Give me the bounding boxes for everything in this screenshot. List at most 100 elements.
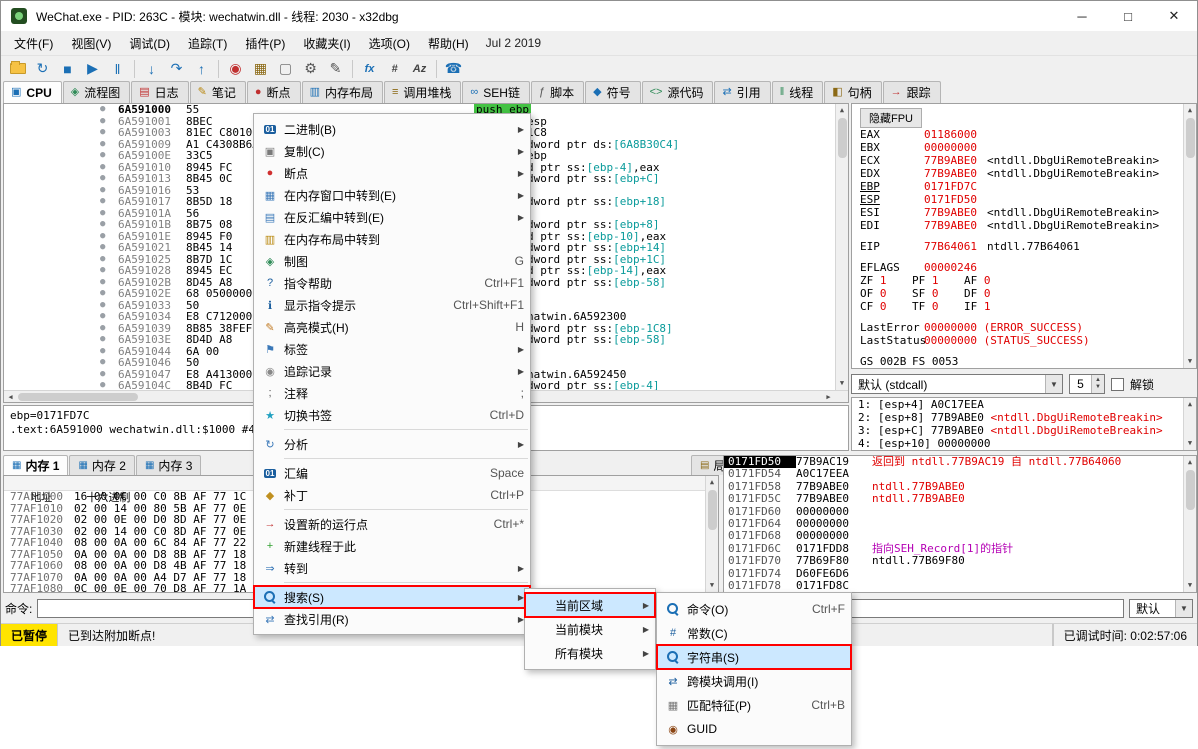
chevron-down-icon[interactable]: ▼ <box>1175 600 1192 617</box>
menu-item-新建线程于此[interactable]: +新建线程于此 <box>254 535 530 557</box>
breakpoint-dot-icon[interactable]: ● <box>100 185 105 197</box>
stack-row[interactable]: 0171FD6000000000 <box>724 506 1196 518</box>
register-row[interactable]: ZF 1PF 1AF 0 <box>860 274 1180 287</box>
menu-item-在内存窗口中转到(E)[interactable]: ▦在内存窗口中转到(E)▶ <box>254 184 530 206</box>
menu-item-高亮模式(H)[interactable]: ✎高亮模式(H)H <box>254 316 530 338</box>
tab-流程图[interactable]: ◈流程图 <box>63 81 130 103</box>
menu-item-补丁[interactable]: ◆补丁Ctrl+P <box>254 484 530 506</box>
scroll-down-icon[interactable]: ▼ <box>1184 437 1196 450</box>
tab-跟踪[interactable]: →跟踪 <box>883 81 941 103</box>
register-row[interactable]: ESI77B9ABE0<ntdll.DbgUiRemoteBreakin> <box>860 206 1180 219</box>
register-row[interactable]: GS 002BFS 0053 <box>860 355 1180 368</box>
register-row[interactable]: EDI77B9ABE0<ntdll.DbgUiRemoteBreakin> <box>860 219 1180 232</box>
breakpoint-dot-icon[interactable]: ● <box>100 231 105 243</box>
close-button[interactable]: ✕ <box>1151 1 1197 31</box>
breakpoint-dot-icon[interactable]: ● <box>100 242 105 254</box>
flag-TF[interactable]: TF 0 <box>912 300 964 313</box>
maximize-button[interactable]: □ <box>1105 1 1151 31</box>
tab-脚本[interactable]: ƒ脚本 <box>531 81 584 103</box>
breakpoint-dot-icon[interactable]: ● <box>100 300 105 312</box>
menu-item-字符串(S)[interactable]: 字符串(S) <box>657 645 851 669</box>
register-row[interactable]: EDX77B9ABE0<ntdll.DbgUiRemoteBreakin> <box>860 167 1180 180</box>
breakpoint-dot-icon[interactable]: ● <box>100 173 105 185</box>
argument-row[interactable]: 2: [esp+8] 77B9ABE0 <ntdll.DbgUiRemoteBr… <box>852 411 1196 424</box>
tab-日志[interactable]: ▤日志 <box>131 81 188 103</box>
tab-内存 2[interactable]: ▦内存 2 <box>69 455 134 475</box>
breakpoint-dot-icon[interactable]: ● <box>100 219 105 231</box>
breakpoint-dot-icon[interactable]: ● <box>100 369 105 381</box>
scroll-up-icon[interactable]: ▲ <box>836 104 848 117</box>
menu-item-查找引用(R)[interactable]: ⇄查找引用(R)▶ <box>254 608 530 630</box>
scrollbar-thumb[interactable] <box>1186 470 1195 510</box>
menu-item-断点[interactable]: ●断点▶ <box>254 162 530 184</box>
unlock-checkbox[interactable] <box>1111 378 1124 391</box>
breakpoint-dot-icon[interactable]: ● <box>100 162 105 174</box>
flag-DF[interactable]: DF 0 <box>964 287 1016 300</box>
tab-内存 1[interactable]: ▦内存 1 <box>3 455 68 475</box>
tab-内存布局[interactable]: ▥内存布局 <box>302 81 383 103</box>
command-profile-select[interactable]: 默认 ▼ <box>1129 599 1193 618</box>
stack-row[interactable]: 0171FD5C77B9ABE0ntdll.77B9ABE0 <box>724 493 1196 505</box>
trace-icon[interactable]: ◉ <box>223 58 248 80</box>
register-row[interactable]: EFLAGS00000246 <box>860 261 1180 274</box>
scroll-up-icon[interactable]: ▲ <box>1184 398 1196 411</box>
restart-icon[interactable]: ↻ <box>30 58 55 80</box>
step-into-icon[interactable]: ↓ <box>139 58 164 80</box>
scroll-up-icon[interactable]: ▲ <box>1184 456 1196 469</box>
menu-item-汇编[interactable]: 01汇编Space <box>254 462 530 484</box>
stack-row[interactable]: 0171FD7077B69F80ntdll.77B69F80 <box>724 555 1196 567</box>
register-row[interactable]: EBP0171FD7C <box>860 180 1180 193</box>
scroll-down-icon[interactable]: ▼ <box>706 579 718 592</box>
scroll-up-icon[interactable]: ▲ <box>1184 104 1196 117</box>
pause-icon[interactable]: ‖ <box>105 58 130 80</box>
hide-fpu-button[interactable]: 隐藏FPU <box>860 108 922 128</box>
menu-item-在反汇编中转到(E)[interactable]: ▤在反汇编中转到(E)▶ <box>254 206 530 228</box>
register-row[interactable]: EAX01186000 <box>860 128 1180 141</box>
register-row[interactable]: LastError00000000 (ERROR_SUCCESS) <box>860 321 1180 334</box>
scroll-down-icon[interactable]: ▼ <box>1184 579 1196 592</box>
step-over-icon[interactable]: ↷ <box>164 58 189 80</box>
scrollbar-thumb[interactable] <box>708 490 717 530</box>
menubar-item[interactable]: 文件(F) <box>5 32 62 55</box>
tab-源代码[interactable]: <>源代码 <box>642 81 714 103</box>
breakpoint-dot-icon[interactable]: ● <box>100 116 105 128</box>
register-row[interactable]: CF 0TF 0IF 1 <box>860 300 1180 313</box>
tab-SEH链[interactable]: ∞SEH链 <box>462 81 530 103</box>
argument-row[interactable]: 1: [esp+4] A0C17EEA <box>852 398 1196 411</box>
flag-ZF[interactable]: ZF 1 <box>860 274 912 287</box>
scrollbar-thumb[interactable] <box>1186 118 1195 158</box>
menu-item-转到[interactable]: ⇒转到▶ <box>254 557 530 579</box>
breakpoint-dot-icon[interactable]: ● <box>100 104 105 116</box>
menubar-item[interactable]: 选项(O) <box>360 32 419 55</box>
menubar-item[interactable]: 收藏夹(I) <box>294 32 359 55</box>
tab-内存 3[interactable]: ▦内存 3 <box>136 455 201 475</box>
register-row[interactable]: EBX00000000 <box>860 141 1180 154</box>
menu-item-GUID[interactable]: ◉GUID <box>657 717 851 741</box>
tab-调用堆栈[interactable]: ≡调用堆栈 <box>384 81 461 103</box>
flag-PF[interactable]: PF 1 <box>912 274 964 287</box>
stack-row[interactable]: 0171FD780171FD8C <box>724 580 1196 592</box>
breakpoint-dot-icon[interactable]: ● <box>100 311 105 323</box>
menu-item-指令帮助[interactable]: ?指令帮助Ctrl+F1 <box>254 272 530 294</box>
menu-item-二进制(B)[interactable]: 01二进制(B)▶ <box>254 118 530 140</box>
menu-item-追踪记录[interactable]: ◉追踪记录▶ <box>254 360 530 382</box>
breakpoint-dot-icon[interactable]: ● <box>100 150 105 162</box>
menu-item-匹配特征(P)[interactable]: ▦匹配特征(P)Ctrl+B <box>657 693 851 717</box>
flag-GS[interactable]: GS 002B <box>860 355 912 368</box>
tab-引用[interactable]: ⇄引用 <box>714 81 770 103</box>
tab-符号[interactable]: ◆符号 <box>585 81 640 103</box>
breakpoint-dot-icon[interactable]: ● <box>100 288 105 300</box>
breakpoint-dot-icon[interactable]: ● <box>100 277 105 289</box>
menu-item-搜索(S)[interactable]: 搜索(S)▶ <box>254 586 530 608</box>
menu-item-复制(C)[interactable]: ▣复制(C)▶ <box>254 140 530 162</box>
menubar-item[interactable]: 视图(V) <box>62 32 120 55</box>
spinner-arrows-icon[interactable]: ▲▼ <box>1091 375 1104 393</box>
menu-item-切换书签[interactable]: ★切换书签Ctrl+D <box>254 404 530 426</box>
fx-icon[interactable]: fx <box>357 58 382 80</box>
menu-item-标签[interactable]: ⚑标签▶ <box>254 338 530 360</box>
calling-convention-select[interactable]: 默认 (stdcall) ▼ <box>851 374 1063 394</box>
run-to-return-icon[interactable]: ↑ <box>189 58 214 80</box>
breakpoint-dot-icon[interactable]: ● <box>100 208 105 220</box>
breakpoint-dot-icon[interactable]: ● <box>100 265 105 277</box>
menu-item-所有模块[interactable]: 所有模块▶ <box>525 641 655 665</box>
